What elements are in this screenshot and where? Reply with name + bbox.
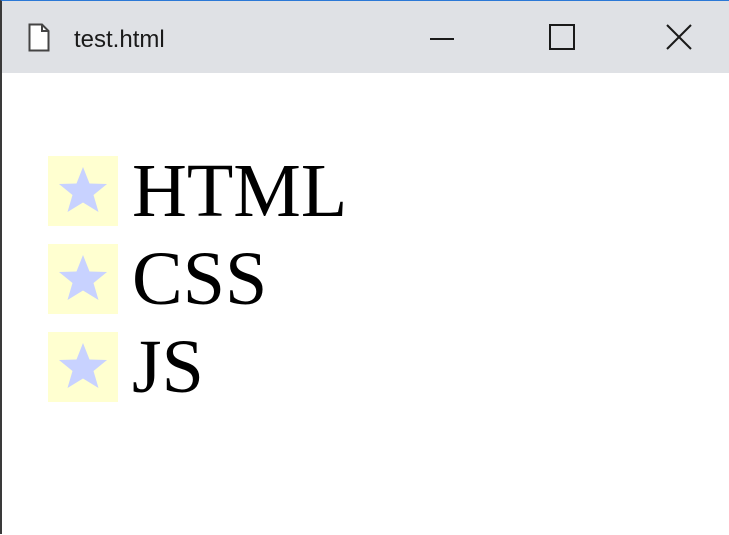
list-item: JS [48,323,347,411]
minimize-button[interactable] [392,1,492,73]
star-bullet [48,244,118,314]
document-icon [28,23,50,52]
list-item: HTML [48,147,347,235]
star-bullet [48,156,118,226]
maximize-button[interactable] [512,1,612,73]
title-bar[interactable]: test.html [2,1,729,73]
page-content: HTML CSS JS [2,73,729,535]
close-button[interactable] [629,1,729,73]
list-item-label: HTML [132,149,348,233]
list-item-label: CSS [132,237,268,321]
star-icon [59,343,107,388]
maximize-icon [549,24,575,50]
list-item-label: JS [132,325,204,409]
list-item: CSS [48,235,347,323]
star-icon [59,167,107,212]
browser-window: test.html HTML CSS JS [0,0,729,535]
minimize-icon [430,38,454,40]
window-title: test.html [74,26,165,53]
star-icon [59,255,107,300]
tech-list: HTML CSS JS [48,147,347,411]
star-bullet [48,332,118,402]
close-icon [666,24,692,50]
